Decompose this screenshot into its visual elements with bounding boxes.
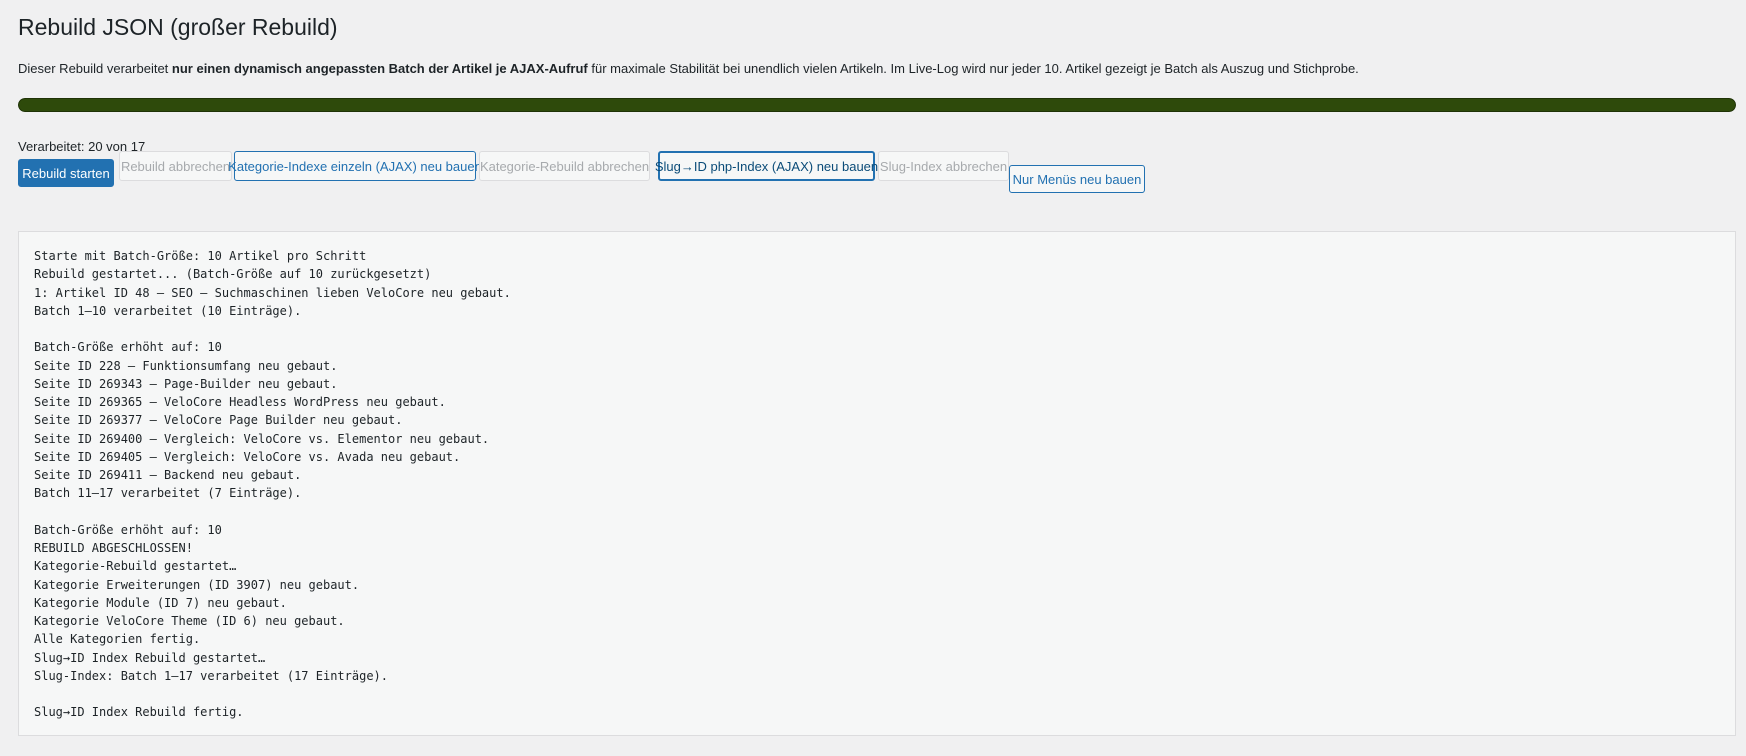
menus-rebuild-button[interactable]: Nur Menüs neu bauen bbox=[1009, 165, 1145, 193]
log-line: Batch 11–17 verarbeitet (7 Einträge). bbox=[34, 486, 302, 501]
category-index-rebuild-button[interactable]: Kategorie-Indexe einzeln (AJAX) neu baue… bbox=[228, 151, 482, 181]
log-line: Alle Kategorien fertig. bbox=[34, 632, 201, 647]
log-line: Batch 1–10 verarbeitet (10 Einträge). bbox=[34, 303, 302, 318]
slug-index-rebuild-button[interactable]: Slug→ID php-Index (AJAX) neu bauen bbox=[655, 151, 878, 181]
log-line: REBUILD ABGESCHLOSSEN! bbox=[34, 541, 193, 555]
description-text-1: Dieser Rebuild verarbeitet bbox=[18, 61, 172, 76]
log-line: Seite ID 269400 – Vergleich: VeloCore vs… bbox=[34, 431, 490, 446]
rebuild-start-button[interactable]: Rebuild starten bbox=[18, 159, 114, 187]
slug-index-cancel-button[interactable]: Slug-Index abbrechen bbox=[878, 151, 1009, 181]
log-line: Kategorie VeloCore Theme (ID 6) neu geba… bbox=[34, 614, 345, 628]
log-line: Batch-Größe erhöht auf: 10 bbox=[34, 340, 222, 355]
log-line: Slug-Index: Batch 1–17 verarbeitet (17 E… bbox=[34, 668, 389, 683]
log-line: Kategorie Erweiterungen (ID 3907) neu ge… bbox=[34, 577, 360, 592]
log-line: Slug→ID Index Rebuild fertig. bbox=[34, 705, 244, 720]
log-line: Seite ID 228 – Funktionsumfang neu gebau… bbox=[34, 358, 338, 373]
log-line: Seite ID 269343 – Page-Builder neu gebau… bbox=[34, 376, 338, 391]
log-line: Seite ID 269411 – Backend neu gebaut. bbox=[34, 468, 302, 482]
log-line: Kategorie-Rebuild gestartet… bbox=[34, 559, 237, 574]
category-rebuild-cancel-button[interactable]: Kategorie-Rebuild abbrechen bbox=[479, 151, 650, 181]
log-line: Seite ID 269377 – VeloCore Page Builder … bbox=[34, 413, 403, 428]
log-line: Kategorie Module (ID 7) neu gebaut. bbox=[34, 595, 287, 610]
page-title: Rebuild JSON (großer Rebuild) bbox=[18, 14, 338, 40]
log-line: Seite ID 269365 – VeloCore Headless Word… bbox=[34, 395, 446, 409]
log-line: Starte mit Batch-Größe: 10 Artikel pro S… bbox=[34, 249, 367, 263]
progress-bar-fill bbox=[18, 98, 1736, 112]
description-bold: nur einen dynamisch angepassten Batch de… bbox=[171, 61, 588, 76]
log-line: Slug→ID Index Rebuild gestartet… bbox=[34, 650, 266, 665]
rebuild-description: Dieser Rebuild verarbeitet nur einen dyn… bbox=[18, 60, 1359, 78]
description-text-2: für maximale Stabilität bei unendlich vi… bbox=[587, 61, 1359, 76]
live-log[interactable]: Starte mit Batch-Größe: 10 Artikel pro S… bbox=[18, 231, 1736, 736]
log-line: 1: Artikel ID 48 – SEO – Suchmaschinen l… bbox=[34, 285, 511, 300]
progress-bar bbox=[18, 98, 1736, 112]
rebuild-cancel-button[interactable]: Rebuild abbrechen bbox=[119, 151, 232, 181]
log-line: Batch-Größe erhöht auf: 10 bbox=[34, 522, 222, 537]
log-line: Seite ID 269405 – Vergleich: VeloCore vs… bbox=[34, 449, 461, 464]
log-line: Rebuild gestartet... (Batch-Größe auf 10… bbox=[34, 267, 432, 282]
